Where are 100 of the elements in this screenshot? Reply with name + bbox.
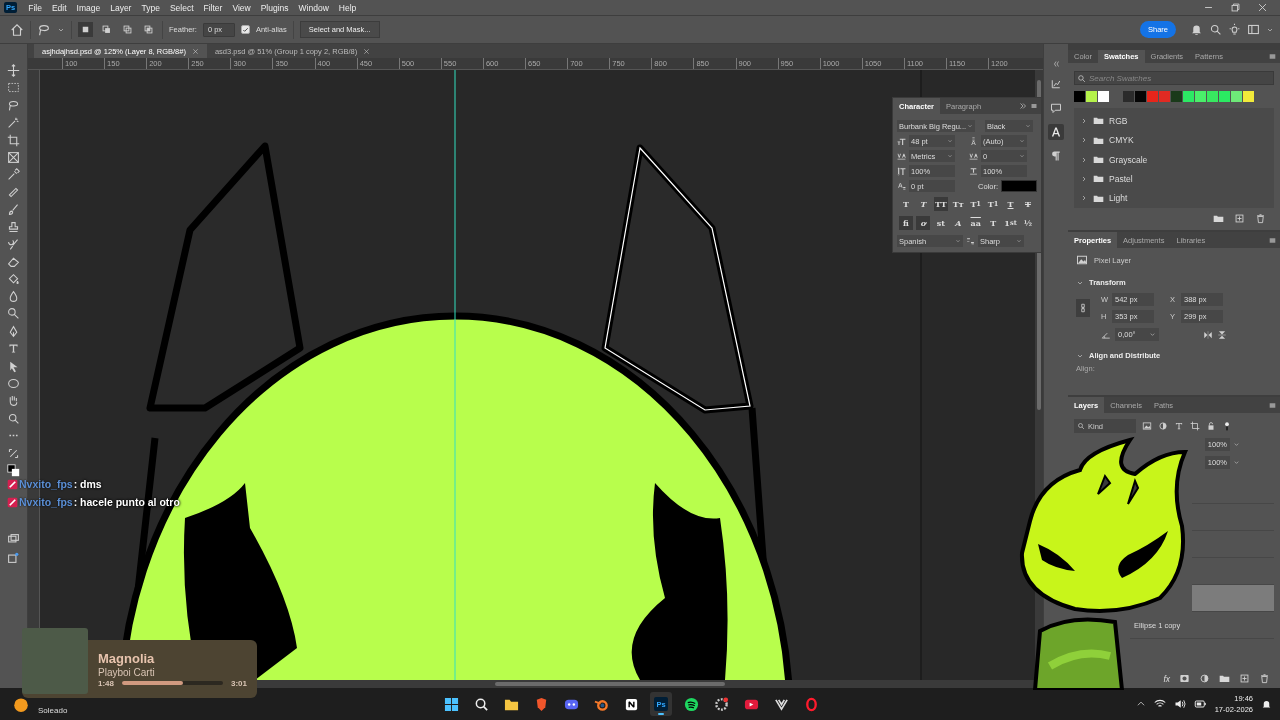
delete-icon[interactable] <box>1259 673 1270 684</box>
menu-item[interactable]: Window <box>293 2 334 13</box>
droplet-icon[interactable] <box>7 290 20 304</box>
home-icon[interactable] <box>10 22 24 37</box>
new-layer-icon[interactable] <box>1239 673 1250 684</box>
notification-icon[interactable] <box>1261 698 1272 710</box>
eraser-icon[interactable] <box>7 255 20 269</box>
workspace-icon[interactable] <box>1247 23 1260 36</box>
expand-icon[interactable] <box>1019 102 1027 110</box>
speaker-icon[interactable] <box>1173 698 1186 710</box>
bucket-icon[interactable] <box>7 272 20 286</box>
selection-mode-button[interactable] <box>120 22 135 37</box>
menu-item[interactable]: Select <box>164 2 199 13</box>
selection-mode-button[interactable] <box>141 22 156 37</box>
swatch-group[interactable]: RGB <box>1074 111 1274 131</box>
menu-item[interactable]: Image <box>71 2 106 13</box>
bell-icon[interactable] <box>1190 23 1203 36</box>
pointer-icon[interactable] <box>7 359 20 373</box>
panel-menu-icon[interactable] <box>1268 400 1277 410</box>
type-style-button[interactable]: T <box>916 197 931 211</box>
adjustment-icon[interactable] <box>1199 673 1210 684</box>
image-filter-icon[interactable] <box>1142 421 1152 431</box>
delete-icon[interactable] <box>1255 213 1266 224</box>
paragraph-icon[interactable] <box>1050 150 1062 162</box>
history-icon[interactable] <box>1050 78 1062 90</box>
color-swatch[interactable] <box>1135 91 1146 103</box>
brush-icon[interactable] <box>7 203 20 217</box>
panel-menu-icon[interactable] <box>1268 235 1277 245</box>
type-style-button[interactable]: A <box>951 216 966 230</box>
comment-icon[interactable] <box>1050 102 1062 114</box>
chevron-up-icon[interactable] <box>1135 699 1146 709</box>
lock-filter-icon[interactable] <box>1206 421 1216 431</box>
menu-item[interactable]: Layer <box>105 2 137 13</box>
caret-icon[interactable] <box>1233 459 1240 466</box>
menu-item[interactable]: File <box>23 2 47 13</box>
menu-item[interactable]: Plugins <box>255 2 294 13</box>
color-swatch[interactable] <box>1159 91 1170 103</box>
selection-mode-button[interactable] <box>78 22 93 37</box>
type-style-button[interactable]: T <box>899 197 913 211</box>
ellipse-icon[interactable] <box>7 377 20 391</box>
new-group-icon[interactable] <box>1213 213 1224 224</box>
color-swatch[interactable] <box>1086 91 1097 103</box>
menu-item[interactable]: View <box>227 2 256 13</box>
color-swatch[interactable] <box>1207 91 1218 103</box>
type-style-button[interactable]: fi <box>899 216 913 230</box>
link-button[interactable] <box>1076 299 1090 317</box>
color-swatch[interactable] <box>1195 91 1206 103</box>
swatch-group[interactable]: Grayscale <box>1074 149 1274 170</box>
pen-icon[interactable] <box>7 324 20 338</box>
lasso-icon[interactable] <box>37 22 51 37</box>
lasso-icon[interactable] <box>7 98 20 112</box>
color-swatch[interactable] <box>1171 91 1182 103</box>
frames-icon[interactable] <box>7 550 20 564</box>
move-icon[interactable] <box>7 64 20 77</box>
menu-item[interactable]: Filter <box>198 2 228 13</box>
swatch-group[interactable]: Light <box>1074 188 1274 208</box>
folder-icon[interactable] <box>1219 673 1230 684</box>
type-style-button[interactable]: st <box>933 216 948 230</box>
collapse-icon[interactable] <box>1051 60 1061 68</box>
color-swatch[interactable] <box>1098 91 1109 103</box>
type-style-button[interactable]: ½ <box>1020 216 1035 230</box>
eyedropper-icon[interactable] <box>7 168 20 182</box>
restore-icon[interactable] <box>1230 2 1241 13</box>
menu-item[interactable]: Help <box>333 2 362 13</box>
battery-icon[interactable] <box>1193 698 1207 710</box>
color-swatch[interactable] <box>1147 91 1158 103</box>
marquee-icon[interactable] <box>7 81 20 95</box>
anti-alias-checkbox[interactable] <box>240 25 250 34</box>
flip-vertical-icon[interactable] <box>1217 329 1227 340</box>
menu-item[interactable]: Type <box>136 2 165 13</box>
color-swatch[interactable] <box>1123 91 1134 103</box>
zoom-icon[interactable] <box>7 411 20 425</box>
caret-icon[interactable] <box>1149 331 1156 338</box>
character-panel-icon[interactable] <box>1050 126 1062 138</box>
bandage-icon[interactable] <box>7 185 20 199</box>
search-icon[interactable] <box>1209 23 1222 36</box>
lightbulb-icon[interactable] <box>1228 23 1241 36</box>
swatch-group[interactable]: CMYK <box>1074 130 1274 150</box>
stamp-icon[interactable] <box>7 220 20 234</box>
filter-toggle-icon[interactable] <box>1222 421 1232 431</box>
dodge-icon[interactable] <box>7 307 20 321</box>
color-swatch[interactable] <box>1074 91 1085 103</box>
shape-filter-icon[interactable] <box>1190 421 1200 431</box>
type-style-button[interactable]: aa <box>968 216 983 230</box>
frame-icon[interactable] <box>7 150 20 164</box>
swap-colors-icon[interactable] <box>7 446 20 460</box>
type-style-button[interactable]: T <box>986 216 1001 230</box>
new-swatch-icon[interactable] <box>1234 213 1245 224</box>
menu-item[interactable]: Edit <box>46 2 72 13</box>
type-style-button[interactable]: Tт <box>951 197 966 211</box>
panel-menu-icon[interactable] <box>1030 102 1038 110</box>
color-swatch[interactable] <box>1219 91 1230 103</box>
type-style-button[interactable]: T <box>1003 197 1018 211</box>
type-style-button[interactable]: TT <box>933 197 948 211</box>
color-swatch[interactable] <box>1243 91 1254 103</box>
color-swatches-icon[interactable] <box>7 464 20 477</box>
type-style-button[interactable]: T <box>1020 197 1035 211</box>
scrollbar-thumb[interactable] <box>495 682 725 686</box>
mask-icon[interactable] <box>1179 673 1190 684</box>
swatch-group[interactable]: Pastel <box>1074 169 1274 189</box>
